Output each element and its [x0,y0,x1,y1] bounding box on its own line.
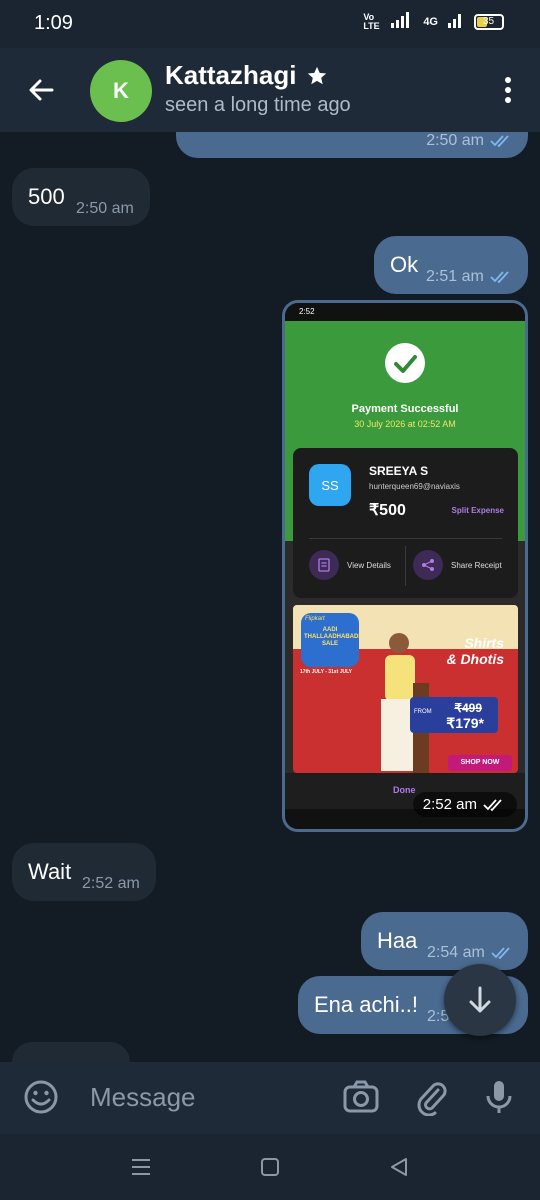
status-time: 1:09 [34,12,73,34]
battery-icon: 35 [474,13,504,30]
contact-name-row[interactable]: Kattazhagi [165,60,328,91]
share-receipt-label: Share Receipt [451,560,502,570]
home-nav-icon[interactable] [259,1156,281,1178]
message-time: 2:54 am [427,944,485,961]
message-bubble-outgoing[interactable]: 2:50 am [176,132,528,158]
battery-level: 35 [483,15,495,27]
screenshot-status-bar: 2:52 [285,303,525,321]
message-time: 2:50 am [426,132,484,149]
arrow-left-icon [29,79,54,101]
ad-old-price: ₹499 [454,701,482,715]
camera-button[interactable] [342,1078,380,1116]
chat-header: K Kattazhagi seen a long time ago [0,48,540,132]
message-meta: 2:50 am [426,132,514,150]
message-time: 2:51 am [426,268,484,285]
contact-status: seen a long time ago [165,94,351,116]
message-bubble-incoming[interactable]: 500 2:50 am [12,168,150,226]
ad-title: Shirts & Dhotis [446,635,504,667]
system-navigation-bar [0,1134,540,1200]
message-bubble-outgoing[interactable]: Ok 2:51 am [374,236,528,294]
done-label: Done [393,785,416,795]
message-input[interactable]: Message [90,1082,196,1113]
message-bubble-outgoing[interactable]: Haa 2:54 am [361,912,528,970]
ad-title-line2: & Dhotis [446,651,504,667]
message-meta: 2:50 am [76,200,134,218]
payment-title: Payment Successful [351,403,459,415]
double-check-icon [490,271,509,284]
emoji-icon [24,1080,58,1114]
data-label: 4G [423,15,438,28]
ad-title-line1: Shirts [464,635,504,651]
emoji-button[interactable] [22,1078,60,1116]
message-text: Ena achi..! [314,992,418,1017]
arrow-down-icon [469,986,491,1013]
payee-name: SREEYA S [369,464,429,478]
double-check-icon [490,135,509,148]
camera-icon [343,1080,379,1113]
view-details-action: View Details [309,550,391,580]
card-divider [309,538,502,539]
paperclip-icon [417,1082,447,1117]
status-bar: 1:09 Vo LTE 4G 35 [0,0,540,48]
status-icons: Vo LTE 4G 35 [363,12,504,31]
attach-button[interactable] [412,1078,450,1117]
contact-name: Kattazhagi [165,60,297,90]
success-check-icon [385,343,425,383]
message-input-bar: Message [0,1062,540,1134]
ad-from-label: FROM [414,709,432,715]
message-meta: 2:51 am [426,268,514,286]
message-text: Ok [390,252,419,277]
message-list[interactable]: 2:50 am 500 2:50 am Ok 2:51 am 2:52 Paym… [0,132,540,1062]
message-text: Wait [28,859,72,884]
menu-nav-icon[interactable] [130,1156,152,1178]
voice-button[interactable] [480,1078,518,1116]
message-bubble-incoming[interactable]: Wait 2:52 am [12,843,156,901]
star-icon [308,66,327,84]
image-meta: 2:52 am [412,792,517,817]
screenshot-time: 2:52 [299,307,315,316]
ad-cta: SHOP NOW [448,755,512,771]
payment-card: SS SREEYA S hunterqueen69@naviaxis ₹500 … [293,448,518,598]
avatar[interactable]: K [90,60,152,122]
double-check-icon [491,947,510,960]
ad-banner: Flipkart AADI THALLAADHABADI SALE 17th J… [293,605,518,773]
sale-badge: Flipkart AADI THALLAADHABADI SALE [301,613,360,667]
payee-avatar: SS [309,464,351,506]
message-time: 2:52 am [422,796,477,813]
signal-icon [391,12,413,31]
back-nav-icon[interactable] [388,1156,410,1178]
ad-brand: Flipkart [305,616,325,622]
action-divider [405,546,406,586]
payment-date: 30 July 2026 at 02:52 AM [354,419,456,429]
double-check-icon [483,798,502,811]
signal-2-icon [448,12,464,31]
message-time: 2:50 am [76,200,134,217]
ad-new-price: ₹179* [446,715,484,731]
view-details-label: View Details [347,560,391,570]
volte-label: Vo LTE [363,11,380,31]
back-button[interactable] [22,70,62,110]
message-meta: 2:52 am [82,875,140,893]
share-receipt-action: Share Receipt [413,550,502,580]
share-icon [413,550,443,580]
image-message[interactable]: 2:52 Payment Successful 30 July 2026 at … [282,300,528,832]
ad-sale: AADI THALLAADHABADI SALE [304,627,360,647]
message-text: Haa [377,928,418,953]
payment-amount: ₹500 [369,502,406,519]
document-icon [309,550,339,580]
message-meta: 2:54 am [427,944,515,962]
more-vertical-icon [505,77,511,103]
more-options-button[interactable] [498,74,518,106]
message-text: 500 [28,184,65,209]
scroll-down-button[interactable] [444,964,516,1036]
message-time: 2:52 am [82,875,140,892]
ad-dates: 17th JULY - 31st JULY [299,669,353,675]
split-expense-label: Split Expense [451,506,504,515]
payee-id: hunterqueen69@naviaxis [369,482,460,491]
message-bubble-incoming[interactable] [12,1042,130,1062]
microphone-icon [486,1081,512,1113]
